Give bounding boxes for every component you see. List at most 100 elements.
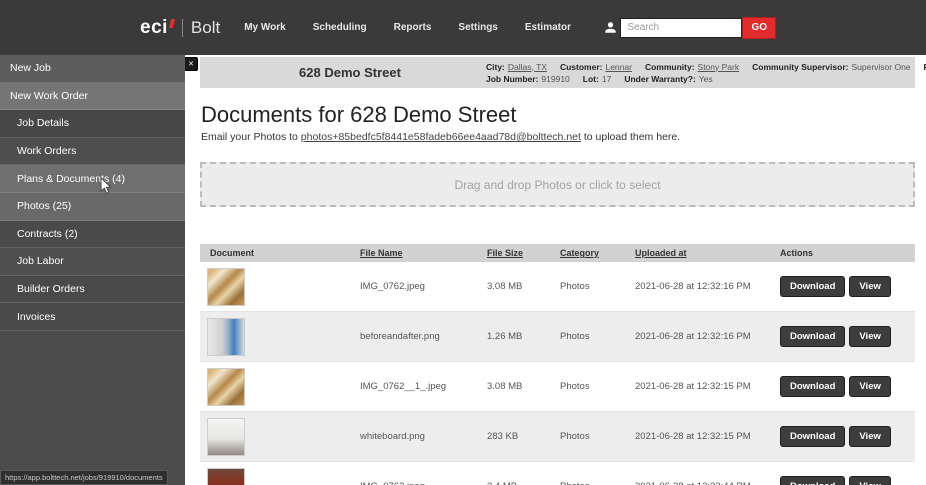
download-button[interactable]: Download: [780, 326, 846, 347]
document-thumbnail[interactable]: [207, 367, 245, 406]
search-input[interactable]: [620, 17, 743, 38]
app-logo: eci Bolt: [140, 17, 220, 39]
uploaded-at-cell: 2021-06-28 at 12:33:44 PM: [635, 481, 780, 485]
user-icon[interactable]: [604, 21, 617, 34]
detail-value: 17: [601, 73, 612, 84]
sidebar-item-new-work-order[interactable]: New Work Order: [0, 82, 185, 111]
file-size-cell: 3.08 MB: [487, 381, 523, 392]
actions-cell: DownloadView: [780, 326, 915, 347]
search-area: GO: [620, 16, 776, 39]
email-upload-instruction: Email your Photos to photos+85bedfc5f844…: [201, 131, 915, 143]
sidebar-item-contracts-2[interactable]: Contracts (2): [0, 220, 185, 249]
view-button[interactable]: View: [849, 376, 891, 397]
page-title: Documents for 628 Demo Street: [201, 102, 517, 127]
file-name-cell: IMG_0762.jpeg: [360, 281, 425, 292]
actions-cell: DownloadView: [780, 476, 915, 485]
nav-item-reports[interactable]: Reports: [394, 22, 432, 33]
bolt-logo-text: Bolt: [190, 17, 221, 37]
file-name-cell: beforeandafter.png: [360, 331, 440, 342]
property-details-row1: City: Dallas, TX Customer: Lennar Community:…: [486, 62, 926, 72]
property-details: City: Dallas, TX Customer: Lennar Community:…: [486, 62, 926, 84]
sidebar-item-new-job[interactable]: New Job: [0, 55, 185, 83]
actions-cell: DownloadView: [780, 276, 915, 297]
eci-logo-red-accent: [168, 18, 176, 28]
file-name-cell: IMG_0763.jpeg: [360, 481, 487, 485]
document-thumbnail[interactable]: [207, 267, 245, 306]
sidebar-item-job-labor[interactable]: Job Labor: [0, 248, 185, 276]
sidebar-item-work-orders[interactable]: Work Orders: [0, 137, 185, 166]
documents-table: Document File Name File Size Category Upload…: [200, 244, 915, 485]
upload-email-link[interactable]: photos+85bedfc5f8441e58fadeb66ee4aad78d@…: [301, 131, 581, 143]
detail-value[interactable]: Lennar: [605, 62, 631, 72]
sidebar-menu: New Job New Work Order Job Details Work Ord…: [0, 55, 185, 331]
nav-item-settings[interactable]: Settings: [458, 22, 497, 33]
view-button[interactable]: View: [849, 426, 891, 447]
thumbnail-cell: [200, 267, 360, 306]
detail-label: Customer:: [559, 61, 603, 72]
table-row: whiteboard.png 283 KB Photos 2021-06-28 at …: [200, 412, 915, 462]
file-size-cell: 3.4 MB: [487, 481, 560, 485]
actions-cell: DownloadView: [780, 426, 915, 447]
table-row: IMG_0762.jpeg 3.08 MB Photos 2021-06-28 at …: [200, 262, 915, 312]
nav-item-scheduling[interactable]: Scheduling: [313, 22, 367, 33]
download-button[interactable]: Download: [780, 426, 846, 447]
thumbnail-cell: [200, 367, 360, 406]
file-name-cell: whiteboard.png: [360, 431, 425, 442]
table-body: IMG_0762.jpeg 3.08 MB Photos 2021-06-28 at …: [200, 262, 915, 485]
view-button[interactable]: View: [849, 276, 891, 297]
category-cell: Photos: [560, 481, 635, 485]
document-thumbnail[interactable]: [207, 417, 245, 456]
category-cell: Photos: [560, 381, 590, 392]
search-go-button[interactable]: GO: [742, 16, 776, 39]
document-thumbnail[interactable]: [207, 467, 245, 485]
table-header: Document File Name File Size Category Upload…: [200, 244, 915, 262]
column-header-file-size[interactable]: File Size: [487, 248, 560, 258]
dropzone-label: Drag and drop Photos or click to select: [454, 177, 661, 192]
top-navigation-bar: eci Bolt My Work Scheduling Reports Setting…: [0, 0, 926, 55]
sidebar-item-plans-documents-4[interactable]: Plans & Documents (4): [0, 165, 185, 193]
sidebar-item-invoices[interactable]: Invoices: [0, 303, 185, 331]
status-bar-url: https://app.bolttech.net/jobs/919910/doc…: [0, 470, 168, 485]
nav-item-my-work[interactable]: My Work: [244, 22, 286, 33]
detail-value[interactable]: Dallas, TX: [508, 62, 547, 72]
detail-value: Supervisor One: [851, 61, 911, 72]
table-row: beforeandafter.png 1.26 MB Photos 2021-06-2…: [200, 312, 915, 362]
file-name-cell: IMG_0762__1_.jpeg: [360, 381, 447, 392]
document-thumbnail[interactable]: [207, 317, 245, 356]
column-header-uploaded-at[interactable]: Uploaded at: [635, 248, 780, 258]
view-button[interactable]: View: [849, 326, 891, 347]
thumbnail-cell: [200, 417, 360, 456]
column-header-file-name[interactable]: File Name: [360, 248, 487, 258]
download-button[interactable]: Download: [780, 276, 846, 297]
file-size-cell: 283 KB: [487, 431, 519, 442]
uploaded-at-cell: 2021-06-28 at 12:32:15 PM: [635, 431, 751, 442]
detail-value[interactable]: Stony Park: [698, 62, 740, 72]
sidebar-item-builder-orders[interactable]: Builder Orders: [0, 275, 185, 304]
property-details-row2: Job Number: 919910 Lot: 17 Under Warranty?: Y…: [486, 74, 926, 84]
download-button[interactable]: Download: [780, 376, 846, 397]
email-instruction-suffix: to upload them here.: [580, 131, 681, 143]
nav-item-estimator[interactable]: Estimator: [525, 22, 571, 33]
property-address: 628 Demo Street: [299, 65, 401, 80]
thumbnail-cell: [200, 467, 360, 485]
detail-label: Under Warranty?:: [624, 73, 696, 84]
photo-dropzone[interactable]: Drag and drop Photos or click to select: [200, 162, 915, 207]
topnav-links: My Work Scheduling Reports Settings Estimato…: [244, 22, 598, 33]
logo-divider: [181, 18, 183, 37]
detail-community: Community: Stony Park: [645, 62, 739, 72]
sidebar-item-job-details[interactable]: Job Details: [0, 110, 185, 138]
sidebar-close-button[interactable]: ✕: [185, 57, 198, 71]
file-size-cell: 3.08 MB: [487, 281, 523, 292]
main-content: ✕ 628 Demo Street City: Dallas, TX Custome…: [185, 55, 926, 485]
table-row: IMG_0763.jpeg3.4 MBPhotos2021-06-28 at 1…: [200, 462, 915, 485]
email-instruction-prefix: Email your Photos to: [201, 131, 301, 143]
detail-customer: Customer: Lennar: [560, 62, 632, 72]
detail-lot: Lot: 17: [583, 74, 612, 84]
file-size-cell: 1.26 MB: [487, 331, 523, 342]
download-button[interactable]: Download: [780, 476, 846, 485]
column-header-category[interactable]: Category: [560, 248, 635, 258]
sidebar-item-photos-25[interactable]: Photos (25): [0, 192, 185, 221]
view-button[interactable]: View: [849, 476, 891, 485]
actions-cell: DownloadView: [780, 376, 915, 397]
uploaded-at-cell: 2021-06-28 at 12:32:16 PM: [635, 281, 751, 292]
